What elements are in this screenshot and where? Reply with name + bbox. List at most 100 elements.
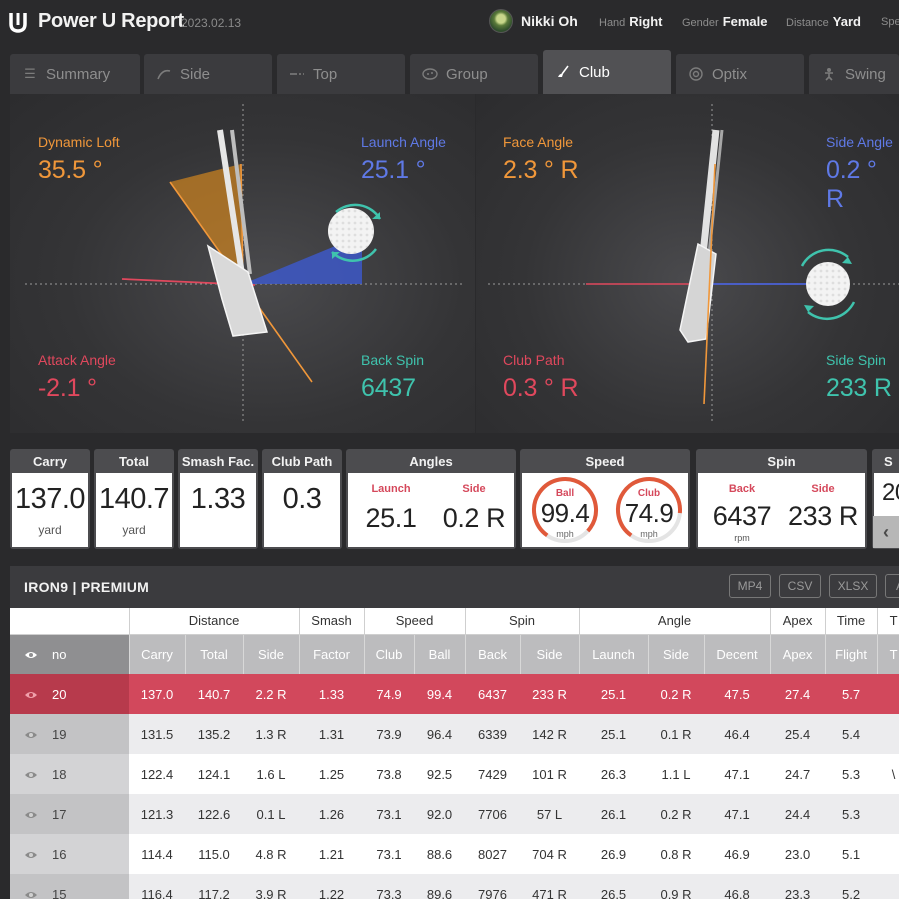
table-cell: 5.4 <box>825 714 878 754</box>
table-cell: 46.8 <box>704 874 771 899</box>
table-cell: 73.1 <box>364 794 415 834</box>
table-cell: 7976 <box>465 874 521 899</box>
table-cell: 92.5 <box>414 754 466 794</box>
column-header[interactable]: Launch <box>579 634 649 674</box>
table-cell: 88.6 <box>414 834 466 874</box>
table-cell: 1.25 <box>299 754 365 794</box>
table-cell: 5.7 <box>825 674 878 714</box>
table-cell: 73.9 <box>364 714 415 754</box>
row-no-cell[interactable]: 17 <box>10 794 129 834</box>
eye-icon[interactable] <box>24 890 38 899</box>
avatar <box>489 9 513 33</box>
row-number: 16 <box>52 846 67 862</box>
table-cell: 26.3 <box>579 754 649 794</box>
tab-optix[interactable]: Optix <box>676 54 804 94</box>
table-row[interactable]: 18 122.4 124.1 1.6 L 1.25 73.8 92.5 7429 101 R 26… <box>10 754 899 794</box>
attack-angle-metric: Attack Angle -2.1 ° <box>38 352 116 402</box>
view-tabs: ☰ Summary Side Top Group Club Optix Swing <box>0 50 899 94</box>
export-xlsx-button[interactable]: XLSX <box>829 574 877 598</box>
shot-table: Distance Smash Speed Spin Angle Apex Tim… <box>10 608 899 899</box>
column-header-row: no Carry Total Side Factor Club Ball Bac… <box>10 634 899 674</box>
table-cell <box>877 874 899 899</box>
card-title: S <box>884 453 893 469</box>
shot-table-panel: IRON9 | PREMIUM MP4 CSV XLSX A Distance … <box>10 566 899 899</box>
club-speed-gauge: Club 74.9 mph <box>615 476 683 544</box>
tab-side[interactable]: Side <box>144 54 272 94</box>
table-row[interactable]: 15 116.4 117.2 3.9 R 1.22 73.3 89.6 7976 471 R 26… <box>10 874 899 899</box>
table-cell: 74.9 <box>364 674 415 714</box>
launch-angle-metric: Launch Angle 25.1 ° <box>361 134 446 184</box>
tab-swing[interactable]: Swing <box>809 54 899 94</box>
table-cell: 3.9 R <box>243 874 300 899</box>
table-cell: 5.1 <box>825 834 878 874</box>
row-no-cell[interactable]: 16 <box>10 834 129 874</box>
eye-icon[interactable] <box>24 850 38 860</box>
column-header[interactable]: Total <box>185 634 244 674</box>
row-no-cell[interactable]: 15 <box>10 874 129 899</box>
table-cell: 1.21 <box>299 834 365 874</box>
table-row[interactable]: 16 114.4 115.0 4.8 R 1.21 73.1 88.6 8027 704 R 26… <box>10 834 899 874</box>
table-cell: 0.2 R <box>648 674 705 714</box>
table-row[interactable]: 20 137.0 140.7 2.2 R 1.33 74.9 99.4 6437 233 R 25… <box>10 674 899 714</box>
tab-group[interactable]: Group <box>410 54 538 94</box>
column-header[interactable]: Apex <box>770 634 826 674</box>
column-header[interactable]: Side <box>520 634 580 674</box>
club-path-card: Club Path 0.3 <box>262 449 342 549</box>
column-header-no[interactable]: no <box>10 634 130 674</box>
eye-icon[interactable] <box>24 690 38 700</box>
column-header[interactable]: Side <box>243 634 300 674</box>
chevron-left-icon[interactable]: ‹ <box>873 516 899 548</box>
row-no-cell[interactable]: 20 <box>10 674 129 714</box>
club-path-metric: Club Path 0.3 ° R <box>503 352 579 402</box>
row-number: 18 <box>52 766 67 782</box>
column-header[interactable]: Ball <box>414 634 466 674</box>
export-csv-button[interactable]: CSV <box>779 574 821 598</box>
back-spin-metric: Back Spin 6437 <box>361 352 425 402</box>
eye-icon[interactable] <box>24 650 38 660</box>
card-title: Carry <box>33 453 67 469</box>
group-header: Smash <box>299 608 365 635</box>
table-cell: 0.9 R <box>648 874 705 899</box>
side-view-panel: Dynamic Loft 35.5 ° Launch Angle 25.1 ° … <box>10 94 475 433</box>
table-cell: 89.6 <box>414 874 466 899</box>
table-cell: 46.9 <box>704 834 771 874</box>
table-cell: 4.8 R <box>243 834 300 874</box>
group-header: Speed <box>364 608 466 635</box>
eye-icon[interactable] <box>24 810 38 820</box>
table-cell: 122.6 <box>185 794 243 834</box>
group-header: Apex <box>770 608 826 635</box>
export-mp4-button[interactable]: MP4 <box>729 574 771 598</box>
table-cell: 0.1 L <box>243 794 300 834</box>
table-row[interactable]: 17 121.3 122.6 0.1 L 1.26 73.1 92.0 7706 57 L 26.… <box>10 794 899 834</box>
app-title: Power U Report <box>38 10 184 32</box>
column-header[interactable]: Club <box>364 634 415 674</box>
column-header[interactable]: Factor <box>299 634 365 674</box>
table-cell: 114.4 <box>129 834 185 874</box>
row-number: 17 <box>52 806 67 822</box>
row-no-cell[interactable]: 18 <box>10 754 129 794</box>
smash-factor-value: 1.33 <box>190 483 246 515</box>
export-more-button[interactable]: A <box>885 574 899 598</box>
column-header[interactable]: Carry <box>129 634 186 674</box>
tab-summary[interactable]: ☰ Summary <box>10 54 140 94</box>
shot-table-body: 20 137.0 140.7 2.2 R 1.33 74.9 99.4 6437 233 R 25… <box>10 674 899 899</box>
column-header[interactable]: Back <box>465 634 521 674</box>
side-spin-metric: Side Spin 233 R <box>826 352 892 402</box>
table-cell: 471 R <box>520 874 580 899</box>
table-row[interactable]: 19 131.5 135.2 1.3 R 1.31 73.9 96.4 6339 142 R 25… <box>10 714 899 754</box>
distance-info: Distance Yard <box>786 14 861 29</box>
eye-icon[interactable] <box>24 730 38 740</box>
column-header[interactable]: Decent <box>704 634 771 674</box>
table-cell: 0.1 R <box>648 714 705 754</box>
tab-club[interactable]: Club <box>543 50 671 94</box>
row-no-cell[interactable]: 19 <box>10 714 129 754</box>
eye-icon[interactable] <box>24 770 38 780</box>
optix-icon <box>688 67 704 81</box>
column-header[interactable]: T <box>877 634 899 674</box>
column-header[interactable]: Side <box>648 634 705 674</box>
report-date: 2023.02.13 <box>181 16 242 30</box>
tab-top[interactable]: Top <box>277 54 405 94</box>
side-value: 0.2 R <box>442 503 506 533</box>
column-header[interactable]: Flight <box>825 634 878 674</box>
table-cell: 6339 <box>465 714 521 754</box>
